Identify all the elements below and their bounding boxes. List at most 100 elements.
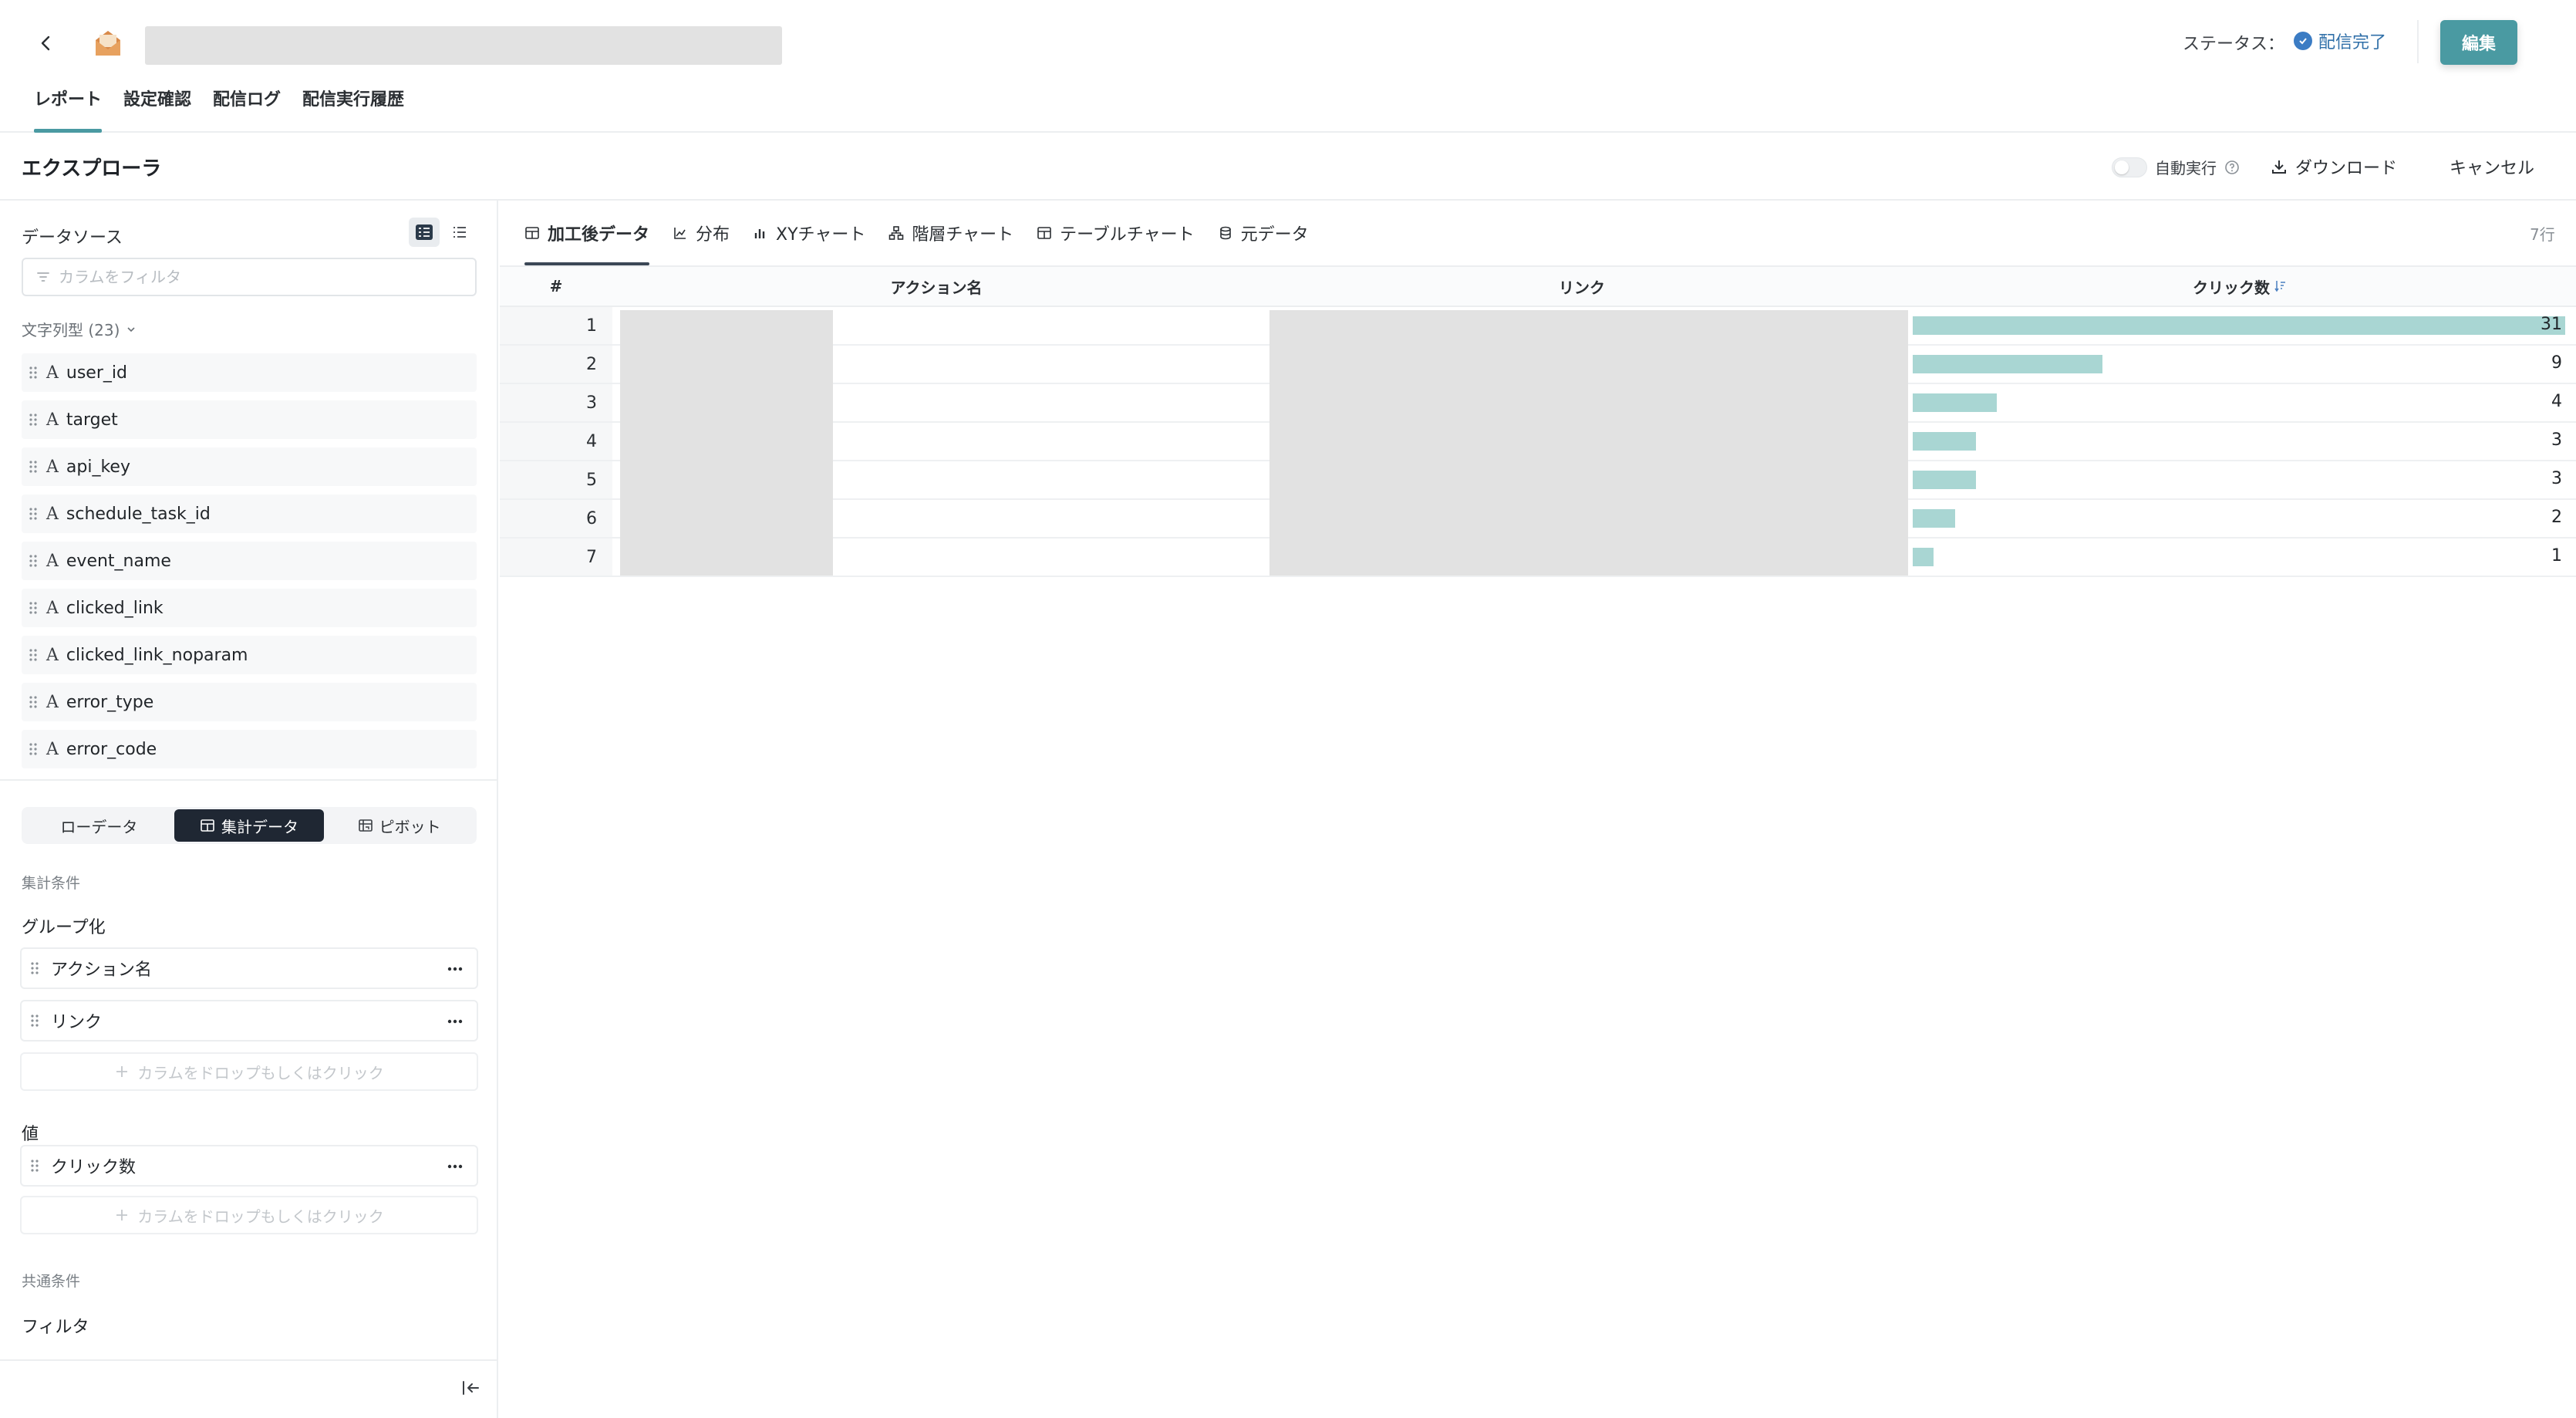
tab-source-data[interactable]: 元データ xyxy=(1218,201,1309,265)
cell-clicks[interactable]: 2 xyxy=(1903,500,2576,537)
chevron-down-icon xyxy=(127,326,135,332)
tab-report[interactable]: レポート xyxy=(34,86,103,133)
tab-settings-check[interactable]: 設定確認 xyxy=(123,86,191,133)
column-item-target[interactable]: A target xyxy=(22,400,477,439)
column-item-schedule-task-id[interactable]: A schedule_task_id xyxy=(22,495,477,533)
autorun-toggle[interactable] xyxy=(2112,157,2147,177)
tab-table-chart[interactable]: テーブルチャート xyxy=(1037,201,1195,265)
row-index: 1 xyxy=(500,307,612,344)
clicks-bar xyxy=(1913,548,1934,566)
grouped-view-button[interactable] xyxy=(409,218,440,247)
cell-clicks[interactable]: 4 xyxy=(1903,384,2576,421)
clicks-value: 31 xyxy=(2541,315,2562,334)
clicks-value: 2 xyxy=(2551,508,2562,527)
help-icon[interactable] xyxy=(2224,160,2240,175)
column-item-error-type[interactable]: A error_type xyxy=(22,683,477,721)
flat-view-button[interactable] xyxy=(444,218,475,247)
cell-clicks[interactable]: 3 xyxy=(1903,423,2576,460)
column-item-clicked-link-noparam[interactable]: A clicked_link_noparam xyxy=(22,636,477,674)
cell-action-name[interactable] xyxy=(612,384,1260,421)
column-item-event-name[interactable]: A event_name xyxy=(22,542,477,580)
cell-clicks[interactable]: 31 xyxy=(1903,307,2576,344)
clicks-bar xyxy=(1913,471,1976,489)
tab-delivery-log[interactable]: 配信ログ xyxy=(213,86,281,133)
cell-link[interactable] xyxy=(1260,461,1903,498)
header-action-name[interactable]: アクション名 xyxy=(612,267,1260,306)
table-body: 1 31 2 9 3 4 4 3 5 3 6 2 7 1 xyxy=(500,307,2576,577)
download-button[interactable]: ダウンロード xyxy=(2271,154,2397,179)
table-row[interactable]: 6 2 xyxy=(500,500,2576,539)
table-row[interactable]: 2 9 xyxy=(500,346,2576,384)
group-drop-zone[interactable]: カラムをドロップもしくはクリック xyxy=(20,1052,478,1091)
data-mode-switch: ローデータ 集計データ ピボット xyxy=(22,807,477,844)
cell-link[interactable] xyxy=(1260,346,1903,383)
panel-divider xyxy=(0,779,497,781)
cell-clicks[interactable]: 1 xyxy=(1903,539,2576,576)
cell-link[interactable] xyxy=(1260,539,1903,576)
column-item-user-id[interactable]: A user_id xyxy=(22,353,477,392)
header-link[interactable]: リンク xyxy=(1260,267,1903,306)
value-drop-zone[interactable]: カラムをドロップもしくはクリック xyxy=(20,1196,478,1234)
plus-icon xyxy=(116,1210,128,1220)
cancel-button[interactable]: キャンセル xyxy=(2450,154,2534,179)
tab-processed-data[interactable]: 加工後データ xyxy=(524,201,650,265)
list-icon xyxy=(453,227,466,238)
table-row[interactable]: 5 3 xyxy=(500,461,2576,500)
column-item-clicked-link[interactable]: A clicked_link xyxy=(22,589,477,627)
clicks-bar xyxy=(1913,316,2565,335)
field-name: アクション名 xyxy=(51,961,152,980)
mode-pivot[interactable]: ピボット xyxy=(324,809,474,842)
column-item-error-code[interactable]: A error_code xyxy=(22,730,477,768)
more-options-icon[interactable] xyxy=(446,960,464,978)
table-row[interactable]: 1 31 xyxy=(500,307,2576,346)
table-icon xyxy=(201,819,214,832)
field-name: クリック数 xyxy=(51,1158,137,1177)
cell-link[interactable] xyxy=(1260,384,1903,421)
back-button[interactable] xyxy=(31,28,62,59)
tab-distribution[interactable]: 分布 xyxy=(673,201,730,265)
mode-aggregated-data[interactable]: 集計データ xyxy=(174,809,325,842)
more-options-icon[interactable] xyxy=(446,1012,464,1031)
table-row[interactable]: 3 4 xyxy=(500,384,2576,423)
mode-raw-data[interactable]: ローデータ xyxy=(24,809,174,842)
table-icon xyxy=(1037,227,1051,239)
cell-action-name[interactable] xyxy=(612,461,1260,498)
edit-button[interactable]: 編集 xyxy=(2440,20,2517,65)
collapse-panel-button[interactable] xyxy=(460,1376,483,1399)
cell-action-name[interactable] xyxy=(612,539,1260,576)
group-field-link[interactable]: リンク xyxy=(20,1000,478,1042)
cell-link[interactable] xyxy=(1260,307,1903,344)
header-clicks[interactable]: クリック数 xyxy=(1903,267,2576,306)
tab-execution-history[interactable]: 配信実行履歴 xyxy=(302,86,404,133)
explorer-toolbar: エクスプローラ 自動実行 ダウンロード キャンセル xyxy=(0,133,2576,201)
clicks-value: 9 xyxy=(2551,353,2562,373)
table-row[interactable]: 7 1 xyxy=(500,539,2576,577)
cell-action-name[interactable] xyxy=(612,346,1260,383)
tab-hierarchy-chart[interactable]: 階層チャート xyxy=(888,201,1013,265)
cell-link[interactable] xyxy=(1260,500,1903,537)
sort-descending-icon[interactable] xyxy=(2274,279,2287,293)
string-type-group-toggle[interactable]: 文字列型 (23) xyxy=(22,318,137,340)
cell-action-name[interactable] xyxy=(612,423,1260,460)
column-item-api-key[interactable]: A api_key xyxy=(22,447,477,486)
column-filter-input[interactable] xyxy=(59,268,460,286)
download-label: ダウンロード xyxy=(2295,159,2398,178)
drag-handle-icon xyxy=(31,962,39,974)
tab-xy-chart[interactable]: XYチャート xyxy=(753,201,865,265)
table-icon xyxy=(525,227,539,239)
drag-handle-icon xyxy=(29,461,37,473)
group-field-action-name[interactable]: アクション名 xyxy=(20,947,478,989)
cell-clicks[interactable]: 3 xyxy=(1903,461,2576,498)
column-name: schedule_task_id xyxy=(66,504,211,524)
report-header: ステータス： 配信完了 編集 レポート 設定確認 配信ログ 配信実行履歴 xyxy=(0,0,2576,133)
more-options-icon[interactable] xyxy=(446,1157,464,1176)
cell-clicks[interactable]: 9 xyxy=(1903,346,2576,383)
download-icon xyxy=(2272,160,2286,174)
result-table: # アクション名 リンク クリック数 1 31 2 9 3 4 4 3 5 3 … xyxy=(500,265,2576,577)
value-field-clicks[interactable]: クリック数 xyxy=(20,1145,478,1187)
distribution-icon xyxy=(674,228,686,239)
cell-action-name[interactable] xyxy=(612,500,1260,537)
cell-link[interactable] xyxy=(1260,423,1903,460)
cell-action-name[interactable] xyxy=(612,307,1260,344)
table-row[interactable]: 4 3 xyxy=(500,423,2576,461)
